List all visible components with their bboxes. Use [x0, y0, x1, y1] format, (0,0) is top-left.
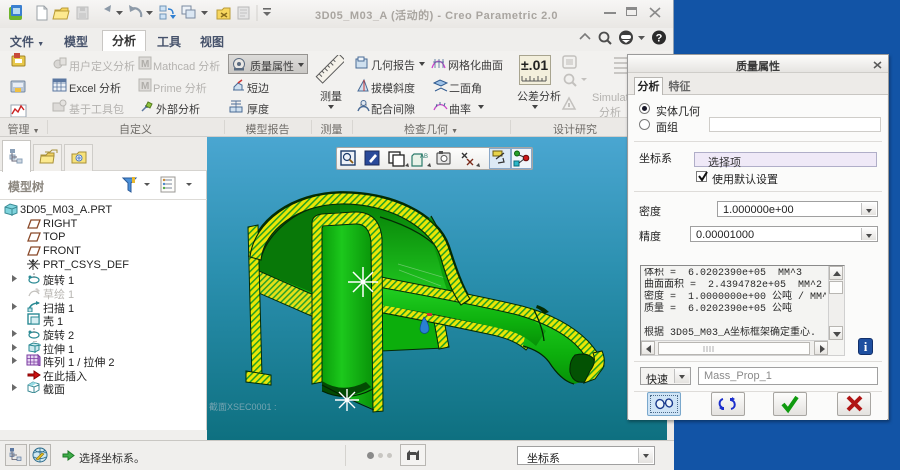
svg-text:M: M: [141, 59, 149, 70]
svg-text:M: M: [141, 81, 149, 92]
svg-text:截面XSEC0001 :: 截面XSEC0001 :: [209, 401, 277, 412]
svg-text:?: ?: [656, 33, 663, 45]
svg-text:AB: AB: [420, 154, 428, 160]
